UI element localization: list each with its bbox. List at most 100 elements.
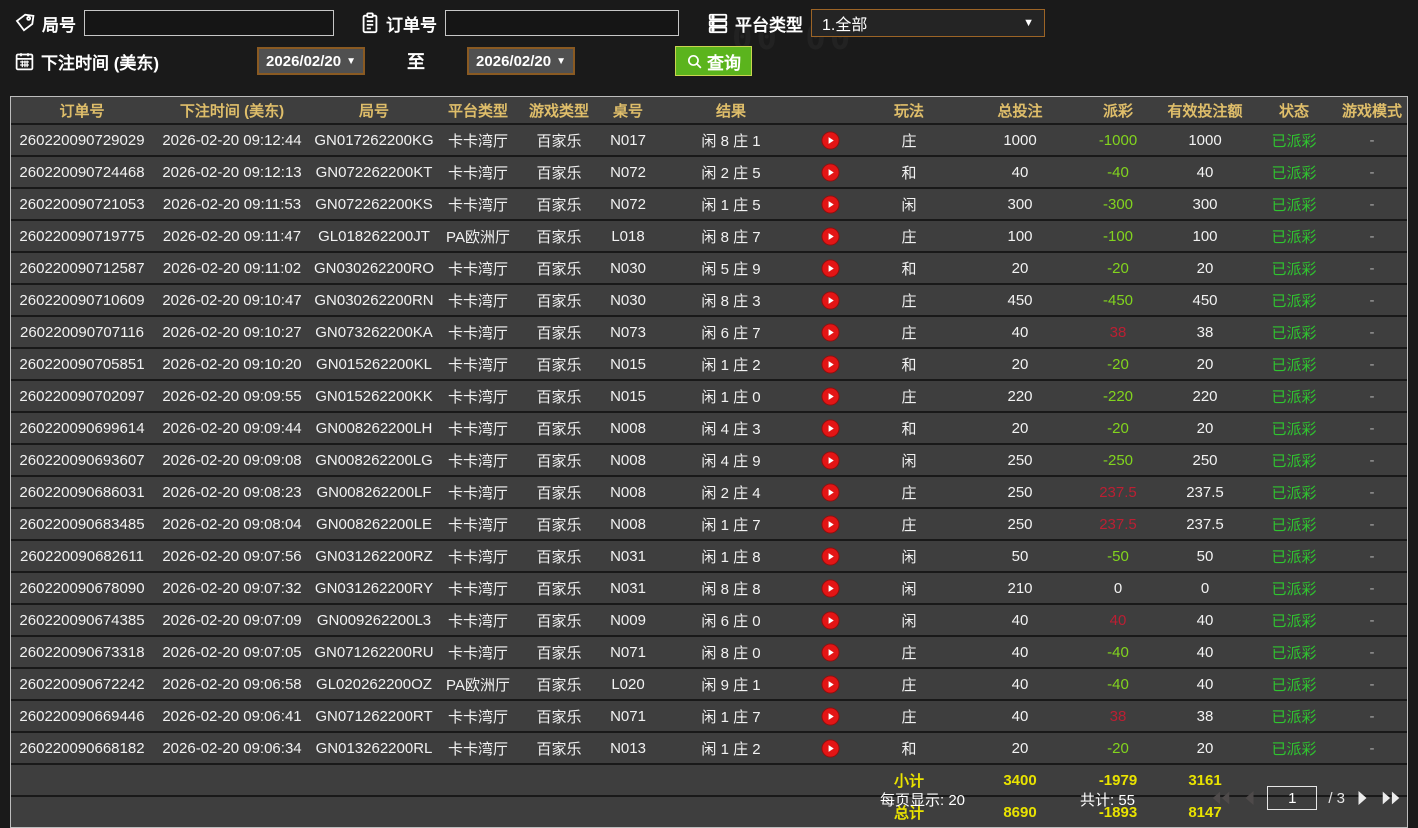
replay-play-button[interactable] <box>820 546 840 566</box>
table-row: 260220090674385 2026-02-20 09:07:09 GN00… <box>11 604 1407 637</box>
play-type-cell: 和 <box>855 732 963 765</box>
valid-bet-cell: 450 <box>1159 284 1251 317</box>
page-count-text: / 3 <box>1328 789 1345 807</box>
play-type-cell: 庄 <box>855 124 963 157</box>
replay-play-button[interactable] <box>820 130 840 150</box>
total-bet-cell: 300 <box>963 188 1077 221</box>
chevron-down-icon: ▼ <box>346 55 357 67</box>
game-mode-cell: - <box>1337 156 1407 189</box>
replay-cell <box>805 380 855 413</box>
platform-cell: 卡卡湾厅 <box>437 604 519 637</box>
first-page-button[interactable] <box>1210 790 1232 806</box>
replay-play-button[interactable] <box>820 642 840 662</box>
replay-play-button[interactable] <box>820 322 840 342</box>
round-number-input[interactable] <box>84 10 334 36</box>
col-header-game-type: 游戏类型 <box>519 97 599 125</box>
replay-play-button[interactable] <box>820 290 840 310</box>
next-page-button[interactable] <box>1356 790 1369 806</box>
pagination: / 3 <box>1210 786 1402 810</box>
result-cell: 闲 6 庄 0 <box>657 604 805 637</box>
date-range-to-label: 至 <box>407 52 426 72</box>
table-row: 260220090702097 2026-02-20 09:09:55 GN01… <box>11 380 1407 413</box>
replay-play-button[interactable] <box>820 258 840 278</box>
round-id-cell: GN031262200RZ <box>311 540 437 573</box>
play-type-cell: 和 <box>855 412 963 445</box>
valid-bet-cell: 40 <box>1159 604 1251 637</box>
valid-bet-cell: 40 <box>1159 156 1251 189</box>
replay-cell <box>805 508 855 541</box>
table-no-cell: N015 <box>599 348 657 381</box>
status-badge: 已派彩 <box>1251 604 1337 637</box>
play-type-cell: 庄 <box>855 700 963 733</box>
page-number-input[interactable] <box>1267 786 1318 810</box>
payout-cell: 0 <box>1077 572 1159 605</box>
game-type-cell: 百家乐 <box>519 316 599 349</box>
replay-play-button[interactable] <box>820 194 840 214</box>
bet-time-cell: 2026-02-20 09:09:08 <box>153 444 311 477</box>
result-cell: 闲 4 庄 3 <box>657 412 805 445</box>
search-icon <box>686 53 703 70</box>
game-type-cell: 百家乐 <box>519 220 599 253</box>
bet-time-cell: 2026-02-20 09:10:27 <box>153 316 311 349</box>
replay-play-button[interactable] <box>820 226 840 246</box>
table-no-cell: N031 <box>599 572 657 605</box>
platform-cell: 卡卡湾厅 <box>437 572 519 605</box>
total-bet-cell: 40 <box>963 156 1077 189</box>
bet-time-cell: 2026-02-20 09:09:44 <box>153 412 311 445</box>
replay-play-button[interactable] <box>820 354 840 374</box>
platform-cell: 卡卡湾厅 <box>437 508 519 541</box>
total-bet-cell: 40 <box>963 668 1077 701</box>
total-bet-cell: 40 <box>963 700 1077 733</box>
table-no-cell: N008 <box>599 508 657 541</box>
total-bet-cell: 20 <box>963 412 1077 445</box>
platform-cell: 卡卡湾厅 <box>437 188 519 221</box>
replay-play-button[interactable] <box>820 450 840 470</box>
replay-play-button[interactable] <box>820 482 840 502</box>
replay-play-button[interactable] <box>820 674 840 694</box>
payout-cell: -300 <box>1077 188 1159 221</box>
play-type-cell: 庄 <box>855 636 963 669</box>
round-id-cell: GL018262200JT <box>311 220 437 253</box>
replay-play-button[interactable] <box>820 386 840 406</box>
payout-cell: 40 <box>1077 604 1159 637</box>
result-cell: 闲 8 庄 1 <box>657 124 805 157</box>
bet-time-cell: 2026-02-20 09:06:41 <box>153 700 311 733</box>
status-badge: 已派彩 <box>1251 156 1337 189</box>
replay-cell <box>805 284 855 317</box>
platform-type-select[interactable]: 1.全部 ▼ <box>811 9 1045 37</box>
last-page-button[interactable] <box>1380 790 1402 806</box>
replay-play-button[interactable] <box>820 162 840 182</box>
prev-page-button[interactable] <box>1243 790 1256 806</box>
date-to-picker[interactable]: 2026/02/20 ▼ <box>467 47 576 75</box>
table-no-cell: N009 <box>599 604 657 637</box>
total-bet-cell: 210 <box>963 572 1077 605</box>
replay-play-button[interactable] <box>820 738 840 758</box>
query-button[interactable]: 查询 <box>675 46 753 76</box>
result-cell: 闲 1 庄 7 <box>657 700 805 733</box>
replay-cell <box>805 316 855 349</box>
order-number-input[interactable] <box>445 10 679 36</box>
replay-play-button[interactable] <box>820 418 840 438</box>
game-type-cell: 百家乐 <box>519 380 599 413</box>
status-badge: 已派彩 <box>1251 220 1337 253</box>
bet-time-cell: 2026-02-20 09:11:02 <box>153 252 311 285</box>
replay-cell <box>805 220 855 253</box>
total-bet-cell: 250 <box>963 476 1077 509</box>
replay-play-button[interactable] <box>820 514 840 534</box>
date-to-value: 2026/02/20 <box>476 52 552 70</box>
bet-time-cell: 2026-02-20 09:06:58 <box>153 668 311 701</box>
valid-bet-cell: 100 <box>1159 220 1251 253</box>
round-number-label: 局号 <box>42 15 76 35</box>
col-header-total-bet: 总投注 <box>963 97 1077 125</box>
bet-time-cell: 2026-02-20 09:11:53 <box>153 188 311 221</box>
replay-play-button[interactable] <box>820 610 840 630</box>
table-no-cell: N072 <box>599 188 657 221</box>
status-badge: 已派彩 <box>1251 188 1337 221</box>
replay-play-button[interactable] <box>820 706 840 726</box>
game-mode-cell: - <box>1337 348 1407 381</box>
platform-cell: 卡卡湾厅 <box>437 348 519 381</box>
order-id-cell: 260220090729029 <box>11 124 153 157</box>
replay-play-button[interactable] <box>820 578 840 598</box>
date-from-picker[interactable]: 2026/02/20 ▼ <box>257 47 366 75</box>
game-mode-cell: - <box>1337 380 1407 413</box>
